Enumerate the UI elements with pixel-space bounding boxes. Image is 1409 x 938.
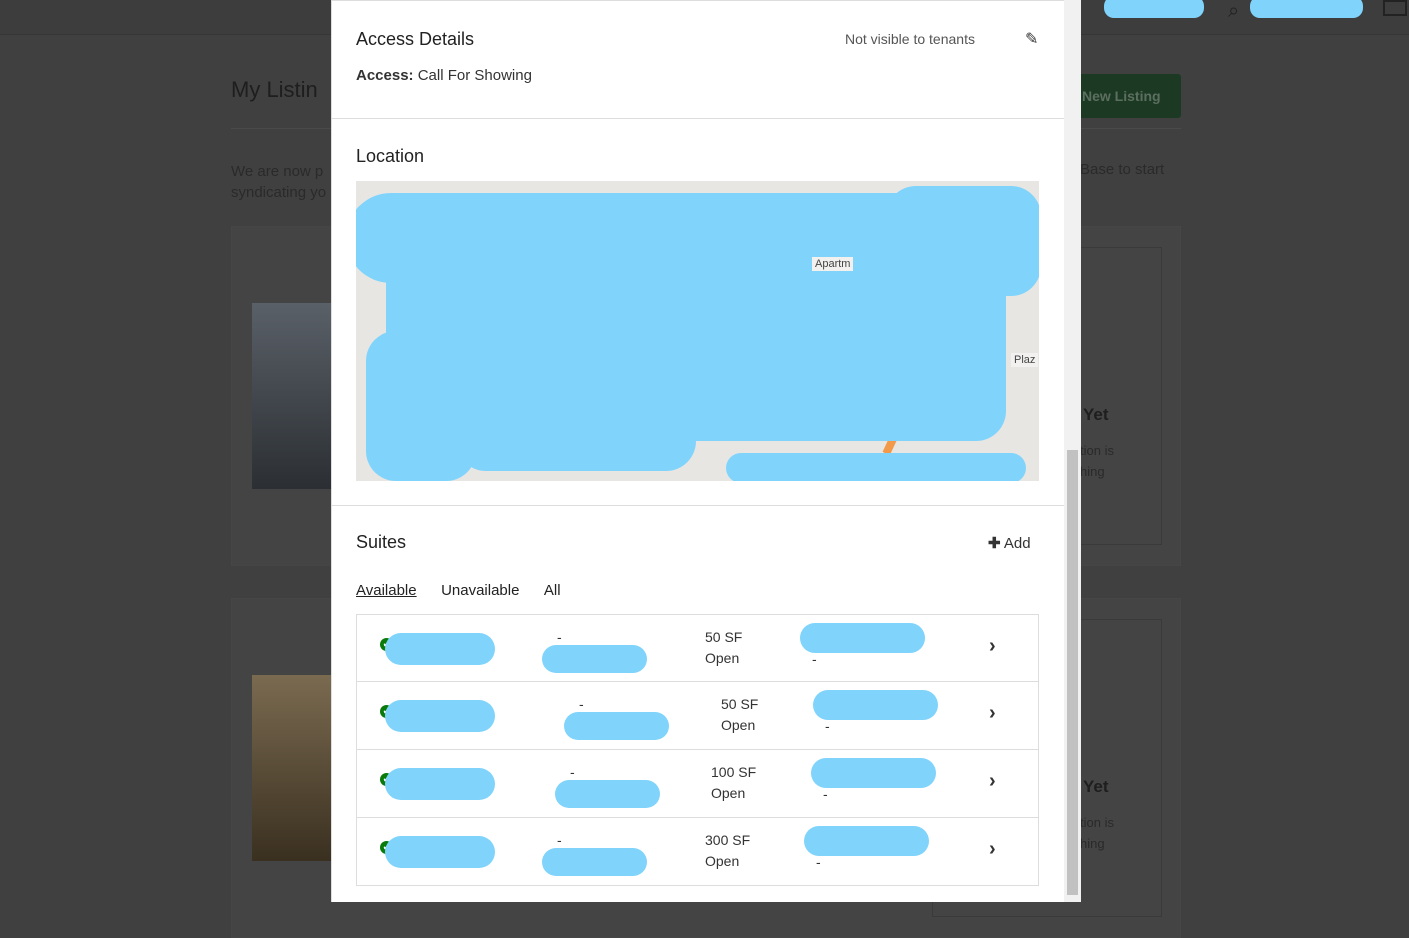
edit-pencil-icon[interactable]: ✎ [1025,29,1038,49]
map-label: Apartm [812,257,854,271]
scrollbar[interactable] [1064,0,1081,902]
redaction [542,645,647,673]
redacted-nav-item[interactable] [1250,0,1363,18]
page-title: My Listin [231,77,318,102]
redacted-nav-item[interactable] [1104,0,1204,18]
scrollbar-thumb[interactable] [1067,450,1078,895]
redaction [811,758,936,788]
suite-dash: - [579,696,584,712]
tab-all[interactable]: All [544,582,561,599]
location-section: Location Apartm Plaz [332,119,1064,506]
listing-image [252,675,332,861]
chevron-right-icon[interactable]: › [989,702,996,725]
chevron-right-icon[interactable]: › [989,838,996,861]
redaction [813,690,938,720]
suite-list: ✔ - 50 SFOpen - ›✔ - 50 SFOpen - ›✔ - 10… [356,614,1039,886]
redaction [385,633,495,665]
section-title: Access Details [356,29,475,49]
chevron-right-icon[interactable]: › [989,770,996,793]
access-label: Access: [356,67,414,84]
card-heading: Yet [1083,777,1109,796]
suite-dash: - [823,786,828,802]
redaction [726,453,1026,481]
redaction [456,411,696,471]
redaction [542,848,647,876]
redaction [385,836,495,868]
suite-row[interactable]: ✔ - 100 SFOpen - › [356,750,1039,818]
map-label: Plaz [1011,353,1039,367]
redaction [800,623,925,653]
suite-row[interactable]: ✔ - 300 SFOpen - › [356,818,1039,886]
listing-detail-modal: Access Details Not visible to tenants ✎ … [331,0,1064,902]
suite-tabs: Available Unavailable All [356,582,581,600]
card-text: tion is hing [1080,815,1114,851]
location-map[interactable]: Apartm Plaz [356,181,1039,481]
redaction [564,712,669,740]
suite-size-status: 50 SF Open [705,629,743,666]
tab-unavailable[interactable]: Unavailable [441,582,519,599]
access-details-section: Access Details Not visible to tenants ✎ … [332,0,1064,119]
section-title: Location [356,146,425,166]
suite-dash: - [557,832,562,848]
listing-image [252,303,332,489]
redaction [555,780,660,808]
suite-dash: - [570,764,575,780]
access-value: Call For Showing [417,67,532,84]
redaction [385,700,495,732]
plus-icon: ✚ [988,535,1001,552]
intro-text: We are now p syndicating yo [231,163,327,201]
suite-size-status: 300 SF Open [705,832,751,869]
suite-row[interactable]: ✔ - 50 SFOpen - › [356,614,1039,682]
suite-dash: - [812,651,817,667]
redaction [804,826,929,856]
redaction [366,331,476,481]
suite-size-status: 50 SF Open [721,696,759,733]
suite-dash: - [816,854,821,870]
access-row: Access: Call For Showing [356,67,532,84]
tab-available[interactable]: Available [356,582,417,599]
suite-dash: - [557,629,562,645]
card-heading: Yet [1083,405,1109,424]
mail-icon[interactable] [1383,0,1407,16]
visibility-note: Not visible to tenants [845,31,975,47]
card-text: tion is hing [1080,443,1114,479]
section-title: Suites [356,532,407,552]
suite-dash: - [825,718,830,734]
search-icon[interactable]: ⌕ [1228,0,1239,23]
add-suite-button[interactable]: ✚ Add [988,534,1031,552]
redaction [886,186,1039,296]
suite-size-status: 100 SF Open [711,764,757,801]
chevron-right-icon[interactable]: › [989,635,996,658]
suite-row[interactable]: ✔ - 50 SFOpen - › [356,682,1039,750]
redaction [385,768,495,800]
intro-text-right: Base to start [1080,161,1165,178]
